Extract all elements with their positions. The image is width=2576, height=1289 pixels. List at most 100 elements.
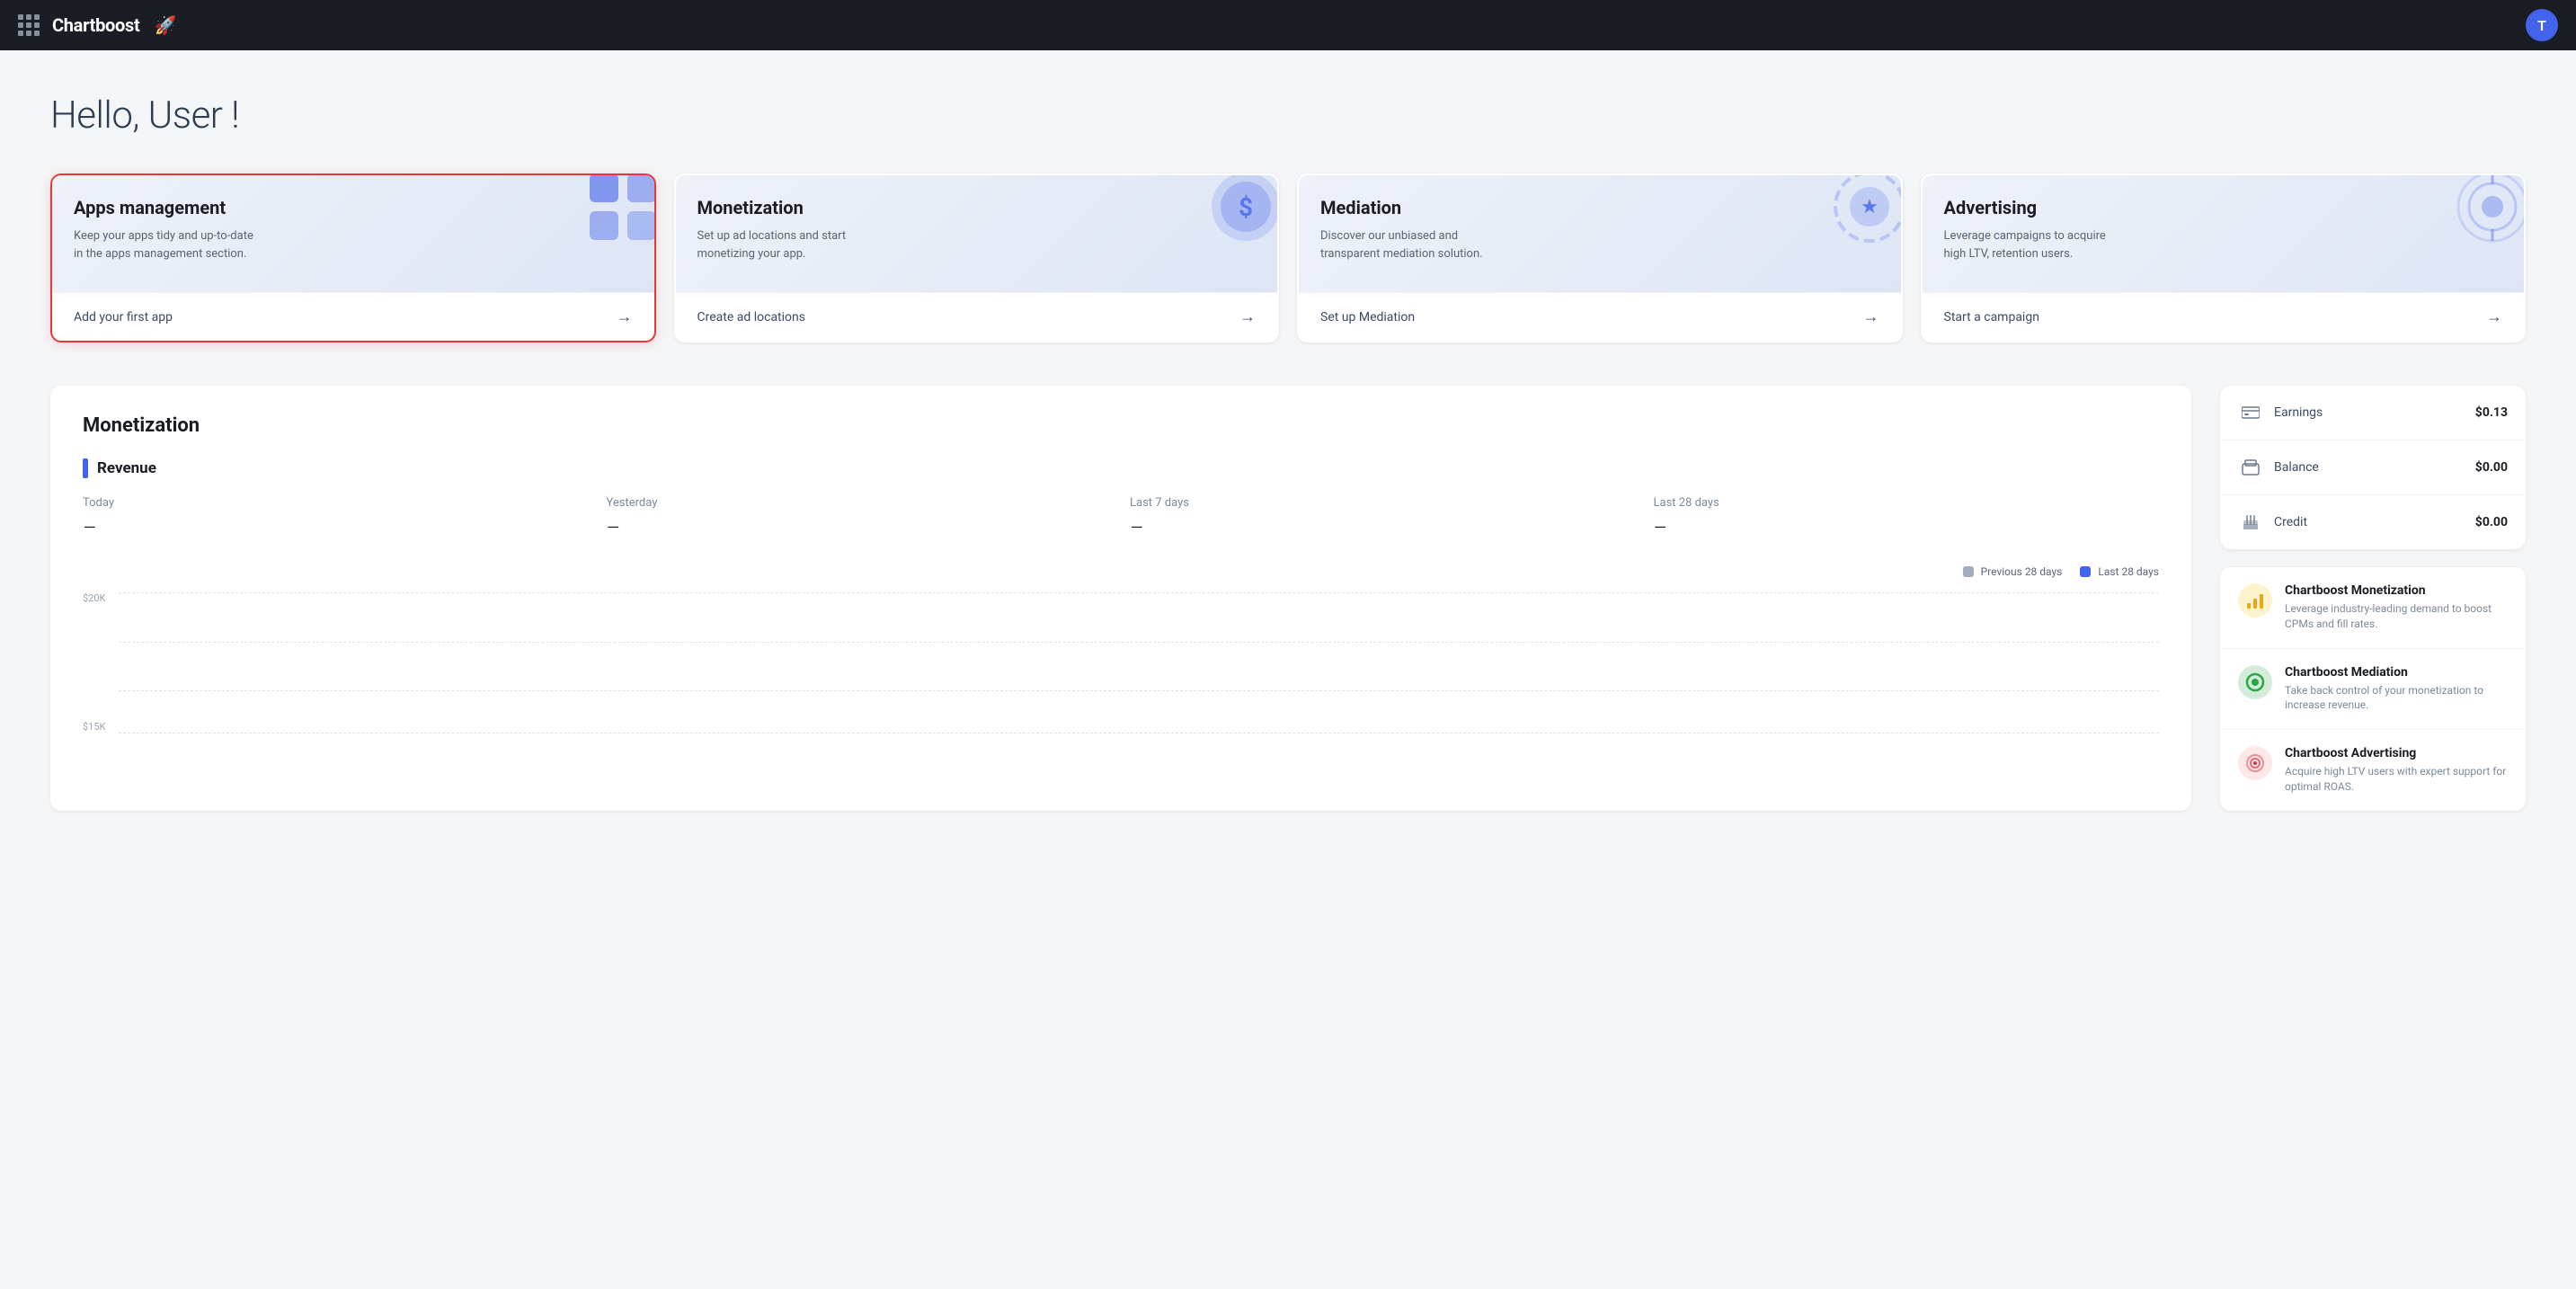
finance-card: Earnings $0.13 Balance $0.0 — [2220, 386, 2526, 549]
promo-advertising-desc: Acquire high LTV users with expert suppo… — [2285, 764, 2508, 795]
finance-balance-value: $0.00 — [2475, 460, 2508, 475]
card-mediation-bottom[interactable]: Set up Mediation → — [1299, 292, 1901, 341]
card-apps-management-title: Apps management — [74, 197, 633, 218]
card-apps-management-top: Apps management Keep your apps tidy and … — [52, 175, 654, 292]
monetization-panel: Monetization Revenue Today – Yesterday –… — [50, 386, 2191, 811]
finance-row-balance: Balance $0.00 — [2220, 440, 2526, 495]
card-monetization-title: Monetization — [697, 197, 1257, 218]
revenue-bar-indicator — [83, 458, 88, 478]
card-apps-management-arrow: → — [617, 307, 633, 326]
card-monetization-top: $ Monetization Set up ad locations and s… — [676, 175, 1278, 292]
card-advertising[interactable]: Advertising Leverage campaigns to acquir… — [1921, 173, 2527, 342]
greeting-heading: Hello, User ! — [50, 93, 2526, 138]
legend-prev28: Previous 28 days — [1963, 565, 2063, 578]
bottom-section: Monetization Revenue Today – Yesterday –… — [50, 386, 2526, 811]
chart-line-low — [119, 690, 2159, 691]
chart-lines — [119, 592, 2159, 733]
avatar[interactable]: T — [2526, 9, 2558, 41]
card-monetization-desc: Set up ad locations and start monetizing… — [697, 227, 877, 262]
header-left: Chartboost 🚀 — [18, 14, 176, 36]
main-content: Hello, User ! Apps management Keep your … — [0, 50, 2576, 847]
finance-row-earnings-left: Earnings — [2238, 400, 2323, 425]
promo-cards: Chartboost Monetization Leverage industr… — [2220, 567, 2526, 811]
revenue-title: Revenue — [97, 459, 156, 477]
stat-yesterday-value: – — [607, 515, 1113, 540]
stat-last7: Last 7 days – — [1130, 496, 1636, 540]
chart-y-labels: $20K $15K — [83, 592, 105, 733]
legend-prev28-label: Previous 28 days — [1981, 565, 2063, 578]
promo-mediation-title: Chartboost Mediation — [2285, 665, 2508, 680]
finance-row-credit: Credit $0.00 — [2220, 495, 2526, 549]
promo-mediation-icon — [2238, 665, 2272, 699]
legend-last28-dot — [2080, 566, 2091, 577]
legend-prev28-dot — [1963, 566, 1974, 577]
promo-monetization-desc: Leverage industry-leading demand to boos… — [2285, 601, 2508, 632]
chart-line-top — [119, 592, 2159, 593]
right-panel: Earnings $0.13 Balance $0.0 — [2220, 386, 2526, 811]
stat-today-label: Today — [83, 496, 589, 510]
revenue-header: Revenue — [83, 458, 2159, 478]
stat-last28-value: – — [1654, 515, 2160, 540]
card-mediation-top: ★ Mediation Discover our unbiased and tr… — [1299, 175, 1901, 292]
card-monetization-bottom[interactable]: Create ad locations → — [676, 292, 1278, 341]
chart-legend: Previous 28 days Last 28 days — [83, 565, 2159, 578]
card-advertising-bottom[interactable]: Start a campaign → — [1923, 292, 2525, 341]
chart-y-label-15k: $15K — [83, 721, 105, 733]
revenue-stats-row: Today – Yesterday – Last 7 days – Last 2… — [83, 496, 2159, 540]
card-mediation-link: Set up Mediation — [1320, 310, 1415, 324]
card-apps-management-desc: Keep your apps tidy and up-to-date in th… — [74, 227, 253, 262]
card-mediation[interactable]: ★ Mediation Discover our unbiased and tr… — [1297, 173, 1903, 342]
stat-last28-label: Last 28 days — [1654, 496, 2160, 510]
card-apps-management[interactable]: Apps management Keep your apps tidy and … — [50, 173, 656, 342]
monetization-panel-title: Monetization — [83, 414, 2159, 437]
promo-advertising-title: Chartboost Advertising — [2285, 746, 2508, 760]
stat-last7-label: Last 7 days — [1130, 496, 1636, 510]
card-monetization[interactable]: $ Monetization Set up ad locations and s… — [674, 173, 1280, 342]
card-advertising-title: Advertising — [1944, 197, 2503, 218]
promo-advertising[interactable]: Chartboost Advertising Acquire high LTV … — [2220, 730, 2526, 811]
finance-credit-label: Credit — [2274, 515, 2307, 529]
promo-mediation-text: Chartboost Mediation Take back control o… — [2285, 665, 2508, 714]
finance-earnings-label: Earnings — [2274, 405, 2323, 420]
finance-earnings-value: $0.13 — [2475, 405, 2508, 420]
chart-y-label-20k: $20K — [83, 592, 105, 604]
card-advertising-desc: Leverage campaigns to acquire high LTV, … — [1944, 227, 2124, 262]
chart-line-mid — [119, 642, 2159, 643]
stat-last28: Last 28 days – — [1654, 496, 2160, 540]
card-monetization-arrow: → — [1239, 307, 1256, 326]
finance-balance-label: Balance — [2274, 460, 2319, 475]
promo-monetization[interactable]: Chartboost Monetization Leverage industr… — [2220, 567, 2526, 649]
promo-mediation[interactable]: Chartboost Mediation Take back control o… — [2220, 649, 2526, 731]
card-advertising-top: Advertising Leverage campaigns to acquir… — [1923, 175, 2525, 292]
card-advertising-arrow: → — [2486, 307, 2502, 326]
stat-today: Today – — [83, 496, 589, 540]
logo-icon: 🚀 — [154, 14, 176, 36]
earnings-icon — [2238, 400, 2263, 425]
legend-last28: Last 28 days — [2080, 565, 2159, 578]
promo-advertising-text: Chartboost Advertising Acquire high LTV … — [2285, 746, 2508, 795]
grid-menu-icon[interactable] — [18, 14, 40, 36]
stat-yesterday: Yesterday – — [607, 496, 1113, 540]
stat-last7-value: – — [1130, 515, 1636, 540]
promo-monetization-title: Chartboost Monetization — [2285, 583, 2508, 598]
balance-icon — [2238, 455, 2263, 480]
promo-mediation-desc: Take back control of your monetization t… — [2285, 683, 2508, 714]
finance-row-credit-left: Credit — [2238, 510, 2307, 535]
stat-yesterday-label: Yesterday — [607, 496, 1113, 510]
header: Chartboost 🚀 T — [0, 0, 2576, 50]
card-mediation-title: Mediation — [1320, 197, 1879, 218]
finance-row-earnings: Earnings $0.13 — [2220, 386, 2526, 440]
card-mediation-arrow: → — [1863, 307, 1879, 326]
card-monetization-link: Create ad locations — [697, 310, 805, 324]
promo-monetization-icon — [2238, 583, 2272, 618]
credit-icon — [2238, 510, 2263, 535]
stat-today-value: – — [83, 515, 589, 540]
promo-monetization-text: Chartboost Monetization Leverage industr… — [2285, 583, 2508, 632]
card-apps-management-bottom[interactable]: Add your first app → — [52, 292, 654, 341]
card-advertising-link: Start a campaign — [1944, 310, 2039, 324]
feature-cards-row: Apps management Keep your apps tidy and … — [50, 173, 2526, 342]
promo-advertising-icon — [2238, 746, 2272, 780]
card-apps-management-link: Add your first app — [74, 310, 173, 324]
finance-credit-value: $0.00 — [2475, 515, 2508, 529]
legend-last28-label: Last 28 days — [2098, 565, 2159, 578]
